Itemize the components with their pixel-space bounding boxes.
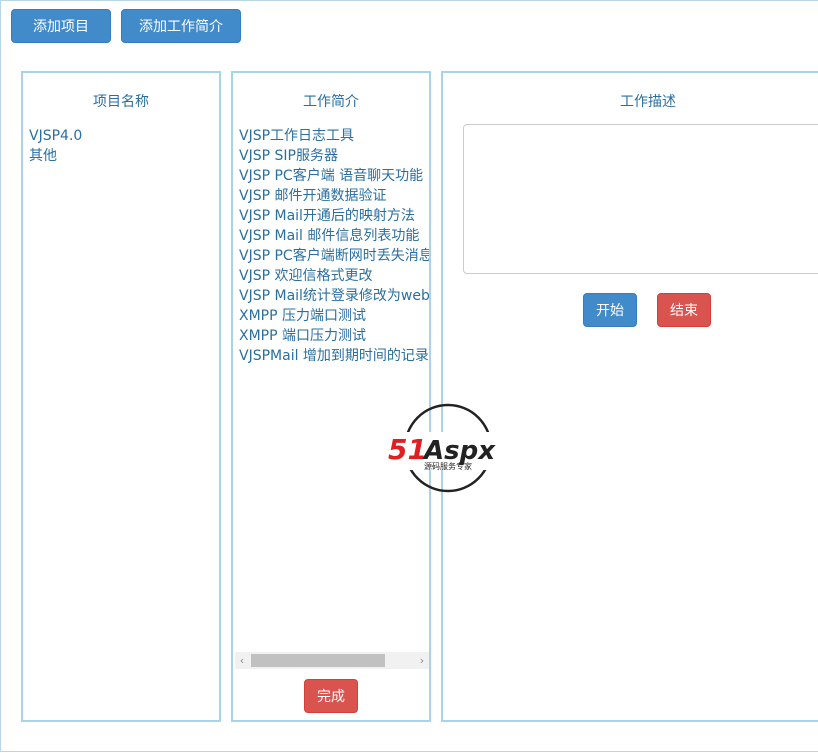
project-panel: 项目名称 VJSP4.0 其他 — [21, 71, 221, 722]
summary-item[interactable]: VJSP工作日志工具 — [239, 126, 429, 146]
summary-item[interactable]: VJSP Mail开通后的映射方法 — [239, 206, 429, 226]
project-item[interactable]: 其他 — [29, 146, 82, 166]
description-panel-title: 工作描述 — [620, 94, 676, 110]
summary-item[interactable]: VJSP SIP服务器 — [239, 146, 429, 166]
summary-item[interactable]: VJSPMail 增加到期时间的记录 — [239, 346, 429, 366]
project-item[interactable]: VJSP4.0 — [29, 126, 82, 146]
end-button[interactable]: 结束 — [657, 293, 711, 327]
add-project-button[interactable]: 添加项目 — [11, 9, 111, 43]
summary-item[interactable]: VJSP PC客户端 语音聊天功能 — [239, 166, 429, 186]
summary-item[interactable]: VJSP Mail统计登录修改为web — [239, 286, 429, 306]
summary-item[interactable]: XMPP 端口压力测试 — [239, 326, 429, 346]
summary-panel-title: 工作简介 — [303, 94, 359, 110]
scroll-right-icon[interactable]: › — [415, 652, 429, 669]
summary-item[interactable]: VJSP 邮件开通数据验证 — [239, 186, 429, 206]
summary-horizontal-scrollbar[interactable]: ‹ › — [235, 652, 429, 669]
project-panel-title: 项目名称 — [93, 94, 149, 110]
done-button[interactable]: 完成 — [304, 679, 358, 713]
project-list: VJSP4.0 其他 — [29, 126, 82, 166]
summary-item[interactable]: XMPP 压力端口测试 — [239, 306, 429, 326]
summary-item[interactable]: VJSP 欢迎信格式更改 — [239, 266, 429, 286]
add-work-summary-button[interactable]: 添加工作简介 — [121, 9, 241, 43]
start-button[interactable]: 开始 — [583, 293, 637, 327]
summary-list: VJSP工作日志工具 VJSP SIP服务器 VJSP PC客户端 语音聊天功能 VJ… — [239, 126, 429, 366]
description-panel: 工作描述 开始 结束 — [441, 71, 818, 722]
work-description-input[interactable] — [463, 124, 818, 274]
summary-item[interactable]: VJSP PC客户端断网时丢失消息 — [239, 246, 429, 266]
scroll-left-icon[interactable]: ‹ — [235, 652, 249, 669]
scrollbar-thumb[interactable] — [251, 654, 385, 667]
summary-item[interactable]: VJSP Mail 邮件信息列表功能 — [239, 226, 429, 246]
summary-panel: 工作简介 VJSP工作日志工具 VJSP SIP服务器 VJSP PC客户端 语音聊… — [231, 71, 431, 722]
